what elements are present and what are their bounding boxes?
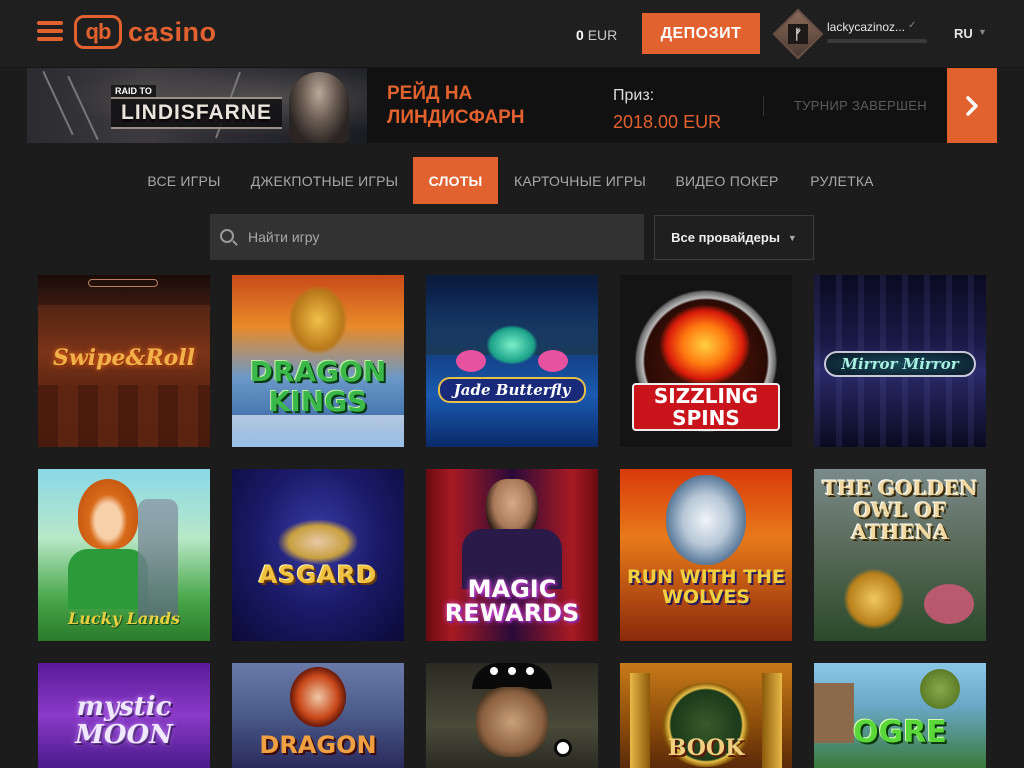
tournament-title: РЕЙД НА ЛИНДИСФАРН [387, 83, 525, 128]
game-title: MAGIC REWARDS [444, 575, 580, 627]
tab-card-games[interactable]: КАРТОЧНЫЕ ИГРЫ [507, 157, 653, 204]
provider-label: Все провайдеры [671, 230, 780, 245]
game-title: THE GOLDEN OWL OF ATHENA [822, 476, 978, 544]
game-title: ASGARD [258, 561, 378, 589]
tab-video-poker[interactable]: ВИДЕО ПОКЕР [669, 157, 785, 204]
casino-logo[interactable]: qb casino [74, 15, 217, 49]
check-icon: ✓ [908, 20, 917, 31]
deposit-button[interactable]: ДЕПОЗИТ [642, 13, 760, 54]
tab-roulette[interactable]: РУЛЕТКА [801, 157, 883, 204]
provider-dropdown[interactable]: Все провайдеры ▼ [654, 215, 814, 260]
logo-mark: qb [74, 15, 122, 49]
game-title: BOOK [667, 735, 745, 761]
game-card[interactable]: RUN WITH THE WOLVES [620, 469, 792, 641]
tournament-status: ТУРНИР ЗАВЕРШЕН [794, 98, 927, 113]
prize-value: 2018.00 EUR [613, 112, 722, 132]
game-card[interactable]: Lucky Lands [38, 469, 210, 641]
game-title: Jade Butterfly [438, 377, 586, 403]
game-title: SIZZLING SPINS [632, 383, 780, 431]
game-card[interactable]: mystic MOON [38, 663, 210, 768]
game-card[interactable]: BOOK [620, 663, 792, 768]
game-card[interactable]: SIZZLING SPINS [620, 275, 792, 447]
game-card[interactable]: DRAGON [232, 663, 404, 768]
tab-jackpot-games[interactable]: ДЖЕКПОТНЫЕ ИГРЫ [244, 157, 405, 204]
tournament-banner[interactable]: RAID TO LINDISFARNE РЕЙД НА ЛИНДИСФАРН П… [27, 68, 997, 143]
next-banner-button[interactable] [947, 68, 997, 143]
menu-icon[interactable] [37, 21, 63, 41]
search-input[interactable] [248, 214, 638, 260]
chevron-down-icon[interactable]: ▼ [978, 27, 987, 37]
game-card[interactable]: Jade Butterfly [426, 275, 598, 447]
game-title: Swipe&Roll [52, 345, 196, 371]
game-search[interactable] [210, 214, 644, 260]
level-progress-bar [827, 39, 927, 43]
tab-slots[interactable]: СЛОТЫ [413, 157, 498, 204]
search-icon [220, 229, 234, 243]
prize-label: Приз: [613, 87, 655, 104]
game-card[interactable]: ASGARD [232, 469, 404, 641]
username[interactable]: lackycazinoz... [827, 20, 917, 34]
game-card[interactable]: OGRE [814, 663, 986, 768]
balance: 0 EUR [576, 27, 617, 43]
game-card[interactable]: Mirror Mirror [814, 275, 986, 447]
game-card[interactable]: DRAGON KINGS [232, 275, 404, 447]
game-card[interactable] [426, 663, 598, 768]
game-title: OGRE [853, 715, 947, 750]
logo-text: casino [128, 16, 217, 47]
avatar-rune-icon: ᚠ [788, 24, 808, 44]
balance-amount: 0 [576, 27, 584, 43]
game-card[interactable]: MAGIC REWARDS [426, 469, 598, 641]
game-title: Mirror Mirror [824, 351, 976, 377]
banner-raid-logo: LINDISFARNE [111, 97, 283, 129]
language-selector[interactable]: RU [954, 26, 973, 41]
chevron-down-icon: ▼ [787, 232, 797, 243]
game-title: RUN WITH THE WOLVES [627, 566, 785, 608]
game-title: DRAGON [259, 731, 377, 759]
game-title: Lucky Lands [67, 609, 181, 628]
game-title: DRAGON KINGS [249, 355, 387, 418]
avatar[interactable]: ᚠ [772, 8, 824, 60]
banner-divider [763, 96, 764, 116]
top-header: qb casino 0 EUR ДЕПОЗИТ ᚠ lackycazinoz..… [0, 0, 1024, 68]
viking-warrior-image [289, 72, 349, 143]
game-title: mystic MOON [75, 692, 173, 750]
game-card[interactable]: THE GOLDEN OWL OF ATHENA [814, 469, 986, 641]
tournament-banner-image: RAID TO LINDISFARNE [27, 68, 367, 143]
game-card[interactable]: Swipe&Roll [38, 275, 210, 447]
banner-raid-small: RAID TO [111, 85, 156, 97]
tab-all-games[interactable]: ВСЕ ИГРЫ [140, 157, 228, 204]
balance-currency: EUR [587, 27, 618, 43]
game-category-tabs: ВСЕ ИГРЫ ДЖЕКПОТНЫЕ ИГРЫ СЛОТЫ КАРТОЧНЫЕ… [0, 157, 1024, 204]
chevron-right-icon [966, 95, 978, 116]
